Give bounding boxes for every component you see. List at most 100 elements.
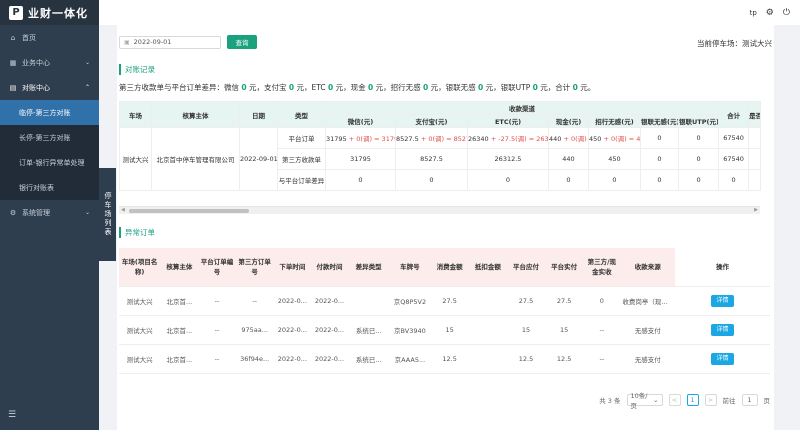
query-button[interactable]: 查询 — [227, 35, 257, 49]
table-horizontal-scrollbar[interactable]: ◀ ▶ — [119, 206, 760, 214]
detail-button[interactable]: 详情 — [711, 323, 735, 336]
summary-label: 元，支付宝 — [249, 83, 287, 92]
summary-label: 元，合计 — [540, 83, 571, 92]
next-page-button[interactable]: > — [704, 394, 717, 406]
cell-adjustment: + 0(调) = 440 — [563, 135, 587, 143]
sidebar-item-temp-parking[interactable]: 临停-第三方对账 — [0, 100, 99, 125]
cell-lot: 测试大兴 — [119, 344, 161, 374]
top-bar: tp ⚙ ⏻ — [99, 0, 800, 25]
user-name[interactable]: tp — [750, 9, 757, 17]
sidebar-item-system[interactable]: ⚙ 系统管理 ⌄ — [0, 200, 99, 225]
cell-payable: 12.5 — [506, 344, 546, 374]
cell-total: 0 — [718, 169, 750, 191]
page-size-select[interactable]: 10条/页 ⌄ — [626, 392, 663, 410]
abnormal-section-title: 异常订单 — [119, 227, 155, 238]
cell-adjustment: + 0(调) = 8527.5 — [420, 135, 467, 143]
col-header: 车场 — [119, 101, 152, 128]
col-header: 收款来源 — [620, 248, 676, 287]
cell-type: 平台订单 — [277, 127, 326, 149]
reconciliation-table: 车场 核算主体 日期 类型 收款渠道 合计 是否 微信(元) 支付宝(元) ET… — [119, 101, 762, 191]
chevron-up-icon: ⌃ — [84, 84, 90, 91]
home-icon: ⌂ — [10, 33, 16, 42]
cell-order-no: -- — [198, 344, 236, 374]
col-header: 付款时间 — [310, 248, 349, 287]
cell-entity: 北京首中停车管理有限公司 — [151, 127, 240, 191]
scroll-right-icon[interactable]: ▶ — [754, 207, 758, 213]
summary-unionpay: 0 — [478, 83, 484, 92]
cell-consume: 27.5 — [430, 286, 469, 316]
sidebar-item-bank-statement[interactable]: 银行对账表 — [0, 175, 99, 200]
sidebar-item-bank-exception[interactable]: 订单-银行异常单处理 — [0, 150, 99, 175]
detail-button[interactable]: 详情 — [711, 294, 735, 307]
col-header: 消费金额 — [430, 248, 469, 287]
cell-order-time: 2022-0... — [273, 344, 311, 374]
cell-alipay: 0 — [395, 169, 468, 191]
sidebar-submenu: 临停-第三方对账 长停-第三方对账 订单-银行异常单处理 银行对账表 — [0, 100, 99, 200]
cell-order-time: 2022-0... — [273, 315, 311, 345]
cell-alipay: 8527.5 — [395, 148, 468, 170]
page-vertical-scrollbar[interactable] — [776, 25, 800, 430]
scroll-left-icon[interactable]: ◀ — [121, 207, 125, 213]
sidebar-item-long-parking[interactable]: 长停-第三方对账 — [0, 125, 99, 150]
cell-wechat: 31795 + 0(调) = 31795 — [325, 127, 396, 149]
cell-total: 67540 — [718, 148, 750, 170]
collapse-sidebar-icon[interactable]: ☰ — [8, 410, 16, 420]
cell-diff-type — [348, 286, 390, 316]
filter-bar: ▣ 2022-09-01 查询 — [119, 35, 257, 49]
col-header: 平台应付 — [506, 248, 546, 287]
cell-third-no: 975aa... — [235, 315, 274, 345]
cell-extra — [748, 127, 762, 149]
gear-icon[interactable]: ⚙ — [766, 8, 774, 18]
cell-value: 26340 — [468, 135, 489, 143]
col-header: 类型 — [277, 101, 326, 128]
cell-lot: 测试大兴 — [119, 315, 161, 345]
prev-page-button[interactable]: < — [668, 394, 681, 406]
table-row: 测试大兴 北京首... -- 975aa... 2022-0... 2022-0… — [119, 315, 770, 345]
power-icon[interactable]: ⏻ — [783, 8, 790, 18]
cell-paid: 27.5 — [545, 286, 584, 316]
cell-action: 详情 — [675, 344, 770, 374]
cell-consume: 12.5 — [430, 344, 469, 374]
gear-icon: ⚙ — [9, 208, 17, 217]
parking-lot-list-tab[interactable]: 停车场列表 — [99, 168, 116, 261]
summary-utp: 0 — [532, 83, 538, 92]
summary-etc: 0 — [328, 83, 334, 92]
sidebar-item-reconciliation[interactable]: ▤ 对账中心 ⌃ — [0, 75, 99, 100]
cell-lot: 测试大兴 — [119, 127, 152, 191]
cell-pay-time: 2022-0... — [310, 286, 349, 316]
cell-source: 收费岗亭（现金） — [620, 286, 676, 316]
summary-label: 第三方收款单与平台订单差异：微信 — [119, 83, 239, 92]
sidebar-item-home[interactable]: ⌂ 首页 — [0, 25, 99, 50]
cell-cmb: 450 — [588, 148, 641, 170]
summary-label: 元，银联无感 — [430, 83, 476, 92]
col-header: 支付宝(元) — [395, 114, 468, 128]
vertical-tab-label: 停车场列表 — [104, 192, 112, 237]
goto-page-input[interactable]: 1 — [741, 394, 758, 406]
cell-adjustment: + -27.5(调) = 26312.5 — [490, 135, 549, 143]
book-icon: ▤ — [9, 83, 17, 92]
page-number-button[interactable]: 1 — [686, 394, 699, 406]
cell-action: 详情 — [675, 315, 770, 345]
col-header: 银联无感(元) — [640, 114, 679, 128]
abnormal-orders-table: 车场(项目名称) 核算主体 平台订单编号 第三方订单号 下单时间 付款时间 差异… — [119, 248, 770, 374]
cell-lot: 测试大兴 — [119, 286, 161, 316]
detail-button[interactable]: 详情 — [711, 352, 735, 365]
col-header: 操作 — [675, 248, 770, 287]
summary-cash: 0 — [368, 83, 374, 92]
summary-alipay: 0 — [288, 83, 295, 92]
col-header: 核算主体 — [151, 101, 240, 128]
col-header: 车牌号 — [389, 248, 431, 287]
cell-third-no: 36f94e... — [235, 344, 274, 374]
col-header: 第三方/现金实收 — [583, 248, 621, 287]
brand-title: 业财一体化 — [28, 6, 88, 20]
cell-total: 67540 — [718, 127, 750, 149]
date-picker[interactable]: ▣ 2022-09-01 — [119, 35, 221, 49]
sidebar-item-business[interactable]: ▦ 业务中心 ⌄ — [0, 50, 99, 75]
sidebar-item-label: 首页 — [22, 33, 36, 42]
pagination: 共 3 条 10条/页 ⌄ < 1 > 前往 1 页 — [599, 392, 770, 410]
cell-utp: 0 — [677, 169, 720, 191]
cell-entity: 北京首... — [160, 344, 199, 374]
cell-wechat: 0 — [325, 169, 396, 191]
scrollbar-thumb[interactable] — [129, 209, 249, 213]
cell-order-no: -- — [198, 315, 236, 345]
